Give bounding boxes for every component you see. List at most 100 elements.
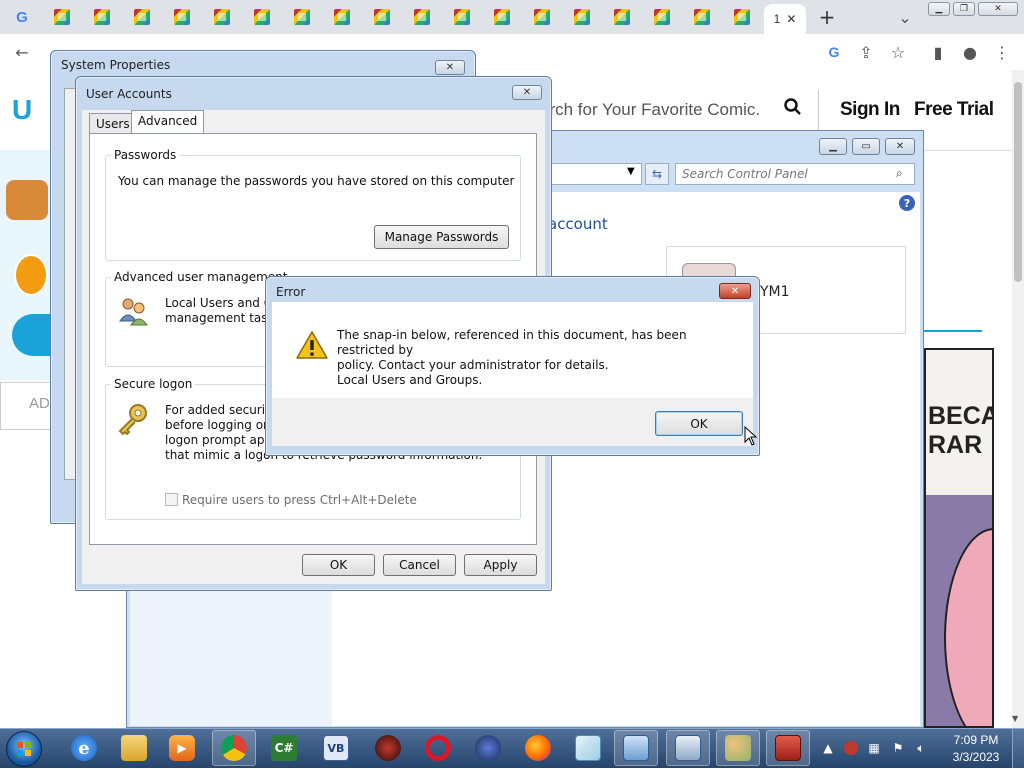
active-tab[interactable]: 1 ✕ [764, 4, 806, 34]
scroll-down-arrow-icon[interactable]: ▼ [1012, 714, 1018, 723]
require-ctrl-alt-del-checkbox[interactable] [165, 493, 178, 506]
close-window-button[interactable]: ✕ [978, 2, 1018, 16]
sign-in-link[interactable]: Sign In [840, 99, 900, 121]
show-hidden-icons-icon[interactable]: ▲ [820, 740, 836, 756]
taskbar-chrome[interactable] [212, 730, 256, 766]
free-trial-link[interactable]: Free Trial [914, 99, 994, 121]
dropdown-arrow-icon[interactable]: ▼ [627, 166, 635, 177]
comic-favicon-icon [294, 9, 310, 25]
share-icon[interactable]: ⇪ [856, 42, 876, 62]
ok-button[interactable]: OK [302, 554, 375, 576]
cp-search-input[interactable]: Search Control Panel [675, 163, 915, 185]
browser-tab[interactable] [122, 4, 162, 30]
taskbar-media-player[interactable]: ▶ [160, 730, 204, 766]
browser-tab[interactable] [202, 4, 242, 30]
taskbar-tool-app[interactable] [366, 730, 410, 766]
antivirus-tray-icon[interactable] [843, 740, 859, 756]
apply-button[interactable]: Apply [464, 554, 537, 576]
error-message-line3: Local Users and Groups. [337, 373, 483, 387]
comic-strip[interactable]: BECA RAR [924, 348, 994, 728]
browser-tab[interactable] [482, 4, 522, 30]
comic-favicon-icon [574, 9, 590, 25]
browser-tab[interactable] [42, 4, 82, 30]
sysprops-close-button[interactable]: ✕ [435, 60, 465, 75]
kebab-menu-icon[interactable]: ⋮ [992, 42, 1012, 62]
ie-icon: e [71, 735, 97, 761]
taskbar-internet-explorer[interactable]: e [62, 730, 106, 766]
taskbar-opera[interactable] [416, 730, 460, 766]
cp-account-link[interactable]: account [548, 215, 608, 233]
cp-minimize-button[interactable]: ▁ [819, 138, 847, 155]
profile-avatar-icon[interactable]: ● [960, 42, 980, 62]
page-scrollbar-thumb[interactable] [1014, 82, 1022, 282]
browser-tab[interactable] [682, 4, 722, 30]
taskbar-users-app[interactable] [716, 730, 760, 766]
advanced-mgmt-line1: Local Users and Gr [165, 296, 278, 310]
help-icon[interactable]: ? [899, 195, 915, 211]
bookmark-star-icon[interactable]: ☆ [888, 42, 908, 62]
taskbar-vb-app[interactable]: VB [314, 730, 358, 766]
browser-tab[interactable] [522, 4, 562, 30]
minimize-button[interactable]: ▁ [928, 2, 950, 16]
action-center-flag-icon[interactable]: ⚑ [890, 740, 906, 756]
browser-tab[interactable] [562, 4, 602, 30]
browser-tab[interactable] [322, 4, 362, 30]
browser-tab[interactable] [442, 4, 482, 30]
taskbar-file-explorer[interactable] [112, 730, 156, 766]
comic-favicon-icon [334, 9, 350, 25]
comic-favicon-icon [94, 9, 110, 25]
browser-tab[interactable] [362, 4, 402, 30]
error-message-line2: policy. Contact your administrator for d… [337, 358, 609, 372]
browser-tab[interactable] [402, 4, 442, 30]
site-logo[interactable]: U [12, 94, 32, 126]
tab-search-chevron-icon[interactable]: ⌄ [895, 7, 915, 27]
show-desktop-button[interactable] [1012, 729, 1024, 768]
site-search-input[interactable]: arch for Your Favorite Comic. [540, 100, 760, 120]
side-panel-icon[interactable]: ▮ [928, 42, 948, 62]
hero-cta-button[interactable] [12, 314, 52, 356]
maximize-button[interactable]: ❐ [953, 2, 975, 16]
tab-google[interactable]: G [2, 4, 42, 30]
search-icon[interactable] [784, 98, 802, 121]
taskbar-vpn-app[interactable] [466, 730, 510, 766]
browser-tab[interactable] [722, 4, 762, 30]
taskbar-clock[interactable]: 7:09 PM 3/3/2023 [948, 732, 1004, 766]
taskbar-toolbox-app[interactable] [766, 730, 810, 766]
browser-tab[interactable] [162, 4, 202, 30]
error-ok-button[interactable]: OK [655, 411, 743, 436]
folder-icon [121, 735, 147, 761]
browser-tab[interactable] [82, 4, 122, 30]
error-dialog-title: Error [276, 285, 306, 299]
browser-tab[interactable] [242, 4, 282, 30]
cancel-button[interactable]: Cancel [383, 554, 456, 576]
tab-advanced[interactable]: Advanced [131, 110, 205, 134]
close-tab-icon[interactable]: ✕ [786, 12, 796, 26]
manage-passwords-button[interactable]: Manage Passwords [374, 225, 509, 249]
refresh-icon[interactable]: ⇆ [645, 163, 669, 185]
cp-close-button[interactable]: ✕ [885, 138, 915, 155]
chrome-icon [221, 735, 247, 761]
back-arrow-icon[interactable]: ← [12, 42, 32, 62]
taskbar-csharp-app[interactable]: C# [262, 730, 306, 766]
cp-search-icon[interactable]: ⌕ [896, 166, 903, 181]
taskbar-firefox[interactable] [516, 730, 560, 766]
clock-date: 3/3/2023 [952, 750, 1000, 764]
cp-address-bar[interactable]: ▼ [548, 163, 642, 185]
control-panel-icon [623, 735, 649, 761]
browser-tab[interactable] [602, 4, 642, 30]
new-tab-button[interactable]: + [816, 5, 838, 29]
volume-icon[interactable]: 🔈︎ [913, 740, 929, 756]
taskbar-notepad-app[interactable] [566, 730, 610, 766]
google-lens-icon[interactable]: G [824, 42, 844, 62]
tab-users[interactable]: Users [89, 113, 137, 134]
network-tray-icon[interactable]: ▦ [866, 740, 882, 756]
garfield-avatar[interactable] [14, 254, 48, 296]
user-accounts-close-button[interactable]: ✕ [512, 85, 542, 100]
start-button[interactable] [6, 731, 42, 767]
error-close-button[interactable]: ✕ [719, 283, 751, 299]
browser-tab[interactable] [282, 4, 322, 30]
taskbar-control-panel[interactable] [614, 730, 658, 766]
taskbar-system-app[interactable] [666, 730, 710, 766]
cp-maximize-button[interactable]: ▭ [852, 138, 880, 155]
browser-tab[interactable] [642, 4, 682, 30]
